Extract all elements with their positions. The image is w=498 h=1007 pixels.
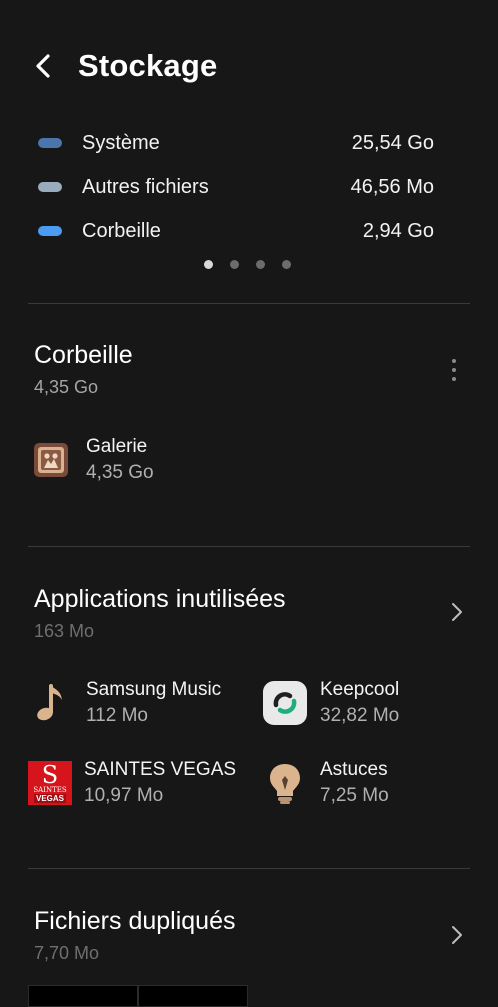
- app-name: SAINTES VEGAS: [84, 759, 237, 780]
- back-button[interactable]: [22, 44, 66, 88]
- unused-apps-title: Applications inutilisées: [34, 585, 286, 613]
- legend-row-system: Système 25,54 Go: [38, 128, 438, 158]
- saintes-vegas-icon: S SAINTES VEGAS: [28, 761, 72, 805]
- divider: [28, 868, 470, 869]
- legend-swatch-system: [38, 138, 62, 148]
- app-item-saintes-vegas[interactable]: S SAINTES VEGAS SAINTES VEGAS 10,97 Mo: [28, 755, 248, 811]
- page-dot[interactable]: [282, 260, 291, 269]
- duplicates-title: Fichiers dupliqués: [34, 907, 236, 935]
- item-name: Galerie: [86, 436, 148, 457]
- lightbulb-icon: [262, 760, 308, 806]
- page-dot[interactable]: [256, 260, 265, 269]
- legend-swatch-other-files: [38, 182, 62, 192]
- more-options-button[interactable]: [440, 354, 468, 386]
- more-dot: [452, 359, 456, 363]
- legend-row-trash: Corbeille 2,94 Go: [38, 216, 438, 246]
- app-name: Keepcool: [320, 679, 400, 700]
- page-indicator[interactable]: [204, 260, 291, 269]
- app-size: 7,25 Mo: [320, 785, 389, 806]
- app-size: 32,82 Mo: [320, 705, 400, 726]
- duplicate-file-thumbnail[interactable]: [138, 985, 248, 1007]
- trash-section-title: Corbeille: [34, 341, 133, 369]
- app-size: 112 Mo: [86, 705, 148, 726]
- app-size: 10,97 Mo: [84, 785, 164, 806]
- divider: [28, 546, 470, 547]
- chevron-right-icon: [452, 926, 462, 944]
- trash-section-size: 4,35 Go: [34, 377, 99, 397]
- unused-apps-size: 163 Mo: [34, 621, 95, 641]
- chevron-right-icon: [452, 603, 462, 621]
- page-dot-active[interactable]: [204, 260, 213, 269]
- logo-letter: S: [41, 760, 59, 789]
- app-name: Samsung Music: [86, 679, 222, 700]
- app-item-samsung-music[interactable]: Samsung Music 112 Mo: [28, 675, 248, 731]
- page-dot[interactable]: [230, 260, 239, 269]
- trash-item-gallery[interactable]: Galerie 4,35 Go: [30, 432, 250, 488]
- legend-row-other-files: Autres fichiers 46,56 Mo: [38, 172, 438, 202]
- legend-value: 2,94 Go: [362, 219, 434, 242]
- app-name: Astuces: [320, 759, 388, 780]
- logo-line: SAINTES: [33, 785, 67, 794]
- logo-line: VEGAS: [33, 793, 66, 803]
- legend-label: Système: [82, 131, 160, 154]
- back-arrow-icon: [36, 54, 50, 78]
- legend-swatch-trash: [38, 226, 62, 236]
- divider: [28, 303, 470, 304]
- page-title: Stockage: [78, 48, 218, 83]
- unused-apps-open-button[interactable]: [440, 595, 474, 629]
- app-item-astuces[interactable]: Astuces 7,25 Mo: [262, 755, 482, 811]
- legend-label: Corbeille: [82, 219, 161, 242]
- legend-value: 25,54 Go: [351, 131, 434, 154]
- more-dot: [452, 377, 456, 381]
- more-dot: [452, 368, 456, 372]
- music-note-icon: [28, 680, 74, 726]
- gallery-icon: [28, 437, 74, 483]
- app-item-keepcool[interactable]: Keepcool 32,82 Mo: [262, 675, 482, 731]
- keepcool-icon: [262, 680, 308, 726]
- duplicate-file-thumbnail[interactable]: [28, 985, 138, 1007]
- legend-value: 46,56 Mo: [350, 175, 434, 198]
- item-size: 4,35 Go: [86, 462, 154, 483]
- duplicates-open-button[interactable]: [440, 918, 474, 952]
- legend-label: Autres fichiers: [82, 175, 209, 198]
- duplicates-size: 7,70 Mo: [34, 943, 100, 963]
